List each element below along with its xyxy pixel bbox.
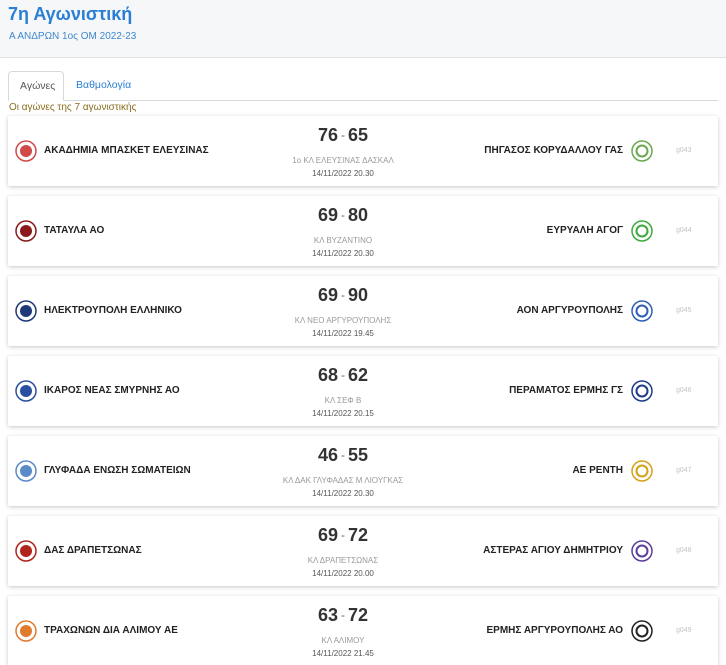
away-team-name[interactable]: ΑΕ ΡΕΝΤΗ <box>572 465 623 476</box>
away-team-name[interactable]: ΕΡΜΗΣ ΑΡΓΥΡΟΥΠΟΛΗΣ ΑΟ <box>487 625 623 636</box>
match-venue: ΚΛ ΝΕΟ ΑΡΓΥΡΟΥΠΟΛΗΣ <box>294 316 392 325</box>
home-score: 63 <box>317 605 338 625</box>
away-team-logo-icon <box>631 540 653 562</box>
away-team-logo-icon <box>631 380 653 402</box>
score-separator: - <box>341 128 345 142</box>
match-venue: ΚΛ ΒΥΖΑΝΤΙΝΟ <box>313 236 373 245</box>
match-card[interactable]: ΤΡΑΧΩΝΩΝ ΔΙΑ ΑΛΙΜΟΥ ΑΕ 63-72 ΚΛ ΑΛΙΜΟΥ 14/1… <box>8 596 718 665</box>
home-team-logo-icon <box>15 540 37 562</box>
home-team-name[interactable]: ΓΛΥΦΑΔΑ ΕΝΩΣΗ ΣΩΜΑΤΕΙΩΝ <box>44 465 191 476</box>
match-datetime: 14/11/2022 21.45 <box>312 649 374 658</box>
match-score[interactable]: 69-80 <box>263 205 423 226</box>
score-separator: - <box>341 288 345 302</box>
round-caption: Οι αγώνες της 7 αγωνιστικής <box>9 102 137 113</box>
away-team-name[interactable]: ΠΗΓΑΣΟΣ ΚΟΡΥΔΑΛΛΟΥ ΓΑΣ <box>484 145 623 156</box>
away-team-logo-icon <box>631 620 653 642</box>
away-score: 90 <box>348 285 369 305</box>
home-score: 68 <box>317 365 338 385</box>
match-code: g046 <box>676 387 692 394</box>
score-separator: - <box>341 208 345 222</box>
score-separator: - <box>341 368 345 382</box>
away-team-name[interactable]: ΕΥΡΥΑΛΗ ΑΓΟΓ <box>547 225 623 236</box>
match-score[interactable]: 63-72 <box>263 605 423 626</box>
home-team-name[interactable]: ΤΡΑΧΩΝΩΝ ΔΙΑ ΑΛΙΜΟΥ ΑΕ <box>44 625 178 636</box>
home-team-logo-icon <box>15 300 37 322</box>
home-team-logo-icon <box>15 380 37 402</box>
home-team-logo-icon <box>15 460 37 482</box>
away-score: 65 <box>348 125 369 145</box>
match-venue: ΚΛ ΔΡΑΠΕΤΣΩΝΑΣ <box>307 556 379 565</box>
match-score[interactable]: 69-72 <box>263 525 423 546</box>
away-score: 72 <box>348 605 369 625</box>
match-card[interactable]: ΑΚΑΔΗΜΙΑ ΜΠΑΣΚΕΤ ΕΛΕΥΣΙΝΑΣ 76-65 1ο ΚΛ ΕΛΕ… <box>8 116 718 186</box>
home-team-name[interactable]: ΤΑΤΑΥΛΑ ΑΟ <box>44 225 104 236</box>
home-team-logo-icon <box>15 620 37 642</box>
match-score[interactable]: 76-65 <box>263 125 423 146</box>
away-score: 80 <box>348 205 369 225</box>
page-header: 7η Αγωνιστική Α ΑΝΔΡΩΝ 1ος ΟΜ 2022-23 <box>0 0 726 58</box>
match-card[interactable]: ΙΚΑΡΟΣ ΝΕΑΣ ΣΜΥΡΝΗΣ ΑΟ 68-62 ΚΛ ΣΕΦ Β 14/11… <box>8 356 718 426</box>
away-team-logo-icon <box>631 140 653 162</box>
home-score: 69 <box>317 525 338 545</box>
home-score: 46 <box>317 445 338 465</box>
match-datetime: 14/11/2022 20.30 <box>312 489 374 498</box>
match-datetime: 14/11/2022 20.00 <box>312 569 374 578</box>
match-score[interactable]: 68-62 <box>263 365 423 386</box>
away-score: 62 <box>348 365 369 385</box>
match-datetime: 14/11/2022 20.30 <box>312 249 374 258</box>
match-datetime: 14/11/2022 19.45 <box>312 329 374 338</box>
match-datetime: 14/11/2022 20.30 <box>312 169 374 178</box>
away-team-name[interactable]: ΑΣΤΕΡΑΣ ΑΓΙΟΥ ΔΗΜΗΤΡΙΟΥ <box>483 545 623 556</box>
tab-games[interactable]: Αγώνες <box>8 71 64 101</box>
match-card[interactable]: ΓΛΥΦΑΔΑ ΕΝΩΣΗ ΣΩΜΑΤΕΙΩΝ 46-55 ΚΛ ΔΑΚ ΓΛΥΦΑ… <box>8 436 718 506</box>
match-code: g044 <box>676 227 692 234</box>
tab-standings[interactable]: Βαθμολογία <box>65 71 142 101</box>
match-venue: ΚΛ ΑΛΙΜΟΥ <box>321 636 365 645</box>
home-score: 69 <box>317 205 338 225</box>
score-separator: - <box>341 448 345 462</box>
match-code: g048 <box>676 547 692 554</box>
home-team-logo-icon <box>15 220 37 242</box>
away-team-name[interactable]: ΠΕΡΑΜΑΤΟΣ ΕΡΜΗΣ ΓΣ <box>509 385 623 396</box>
home-team-name[interactable]: ΑΚΑΔΗΜΙΑ ΜΠΑΣΚΕΤ ΕΛΕΥΣΙΝΑΣ <box>44 145 209 156</box>
tab-bar: Αγώνες Βαθμολογία <box>8 71 718 101</box>
match-score[interactable]: 46-55 <box>263 445 423 466</box>
match-code: g047 <box>676 467 692 474</box>
score-separator: - <box>341 608 345 622</box>
competition-link[interactable]: Α ΑΝΔΡΩΝ 1ος ΟΜ 2022-23 <box>9 31 136 42</box>
away-score: 72 <box>348 525 369 545</box>
match-code: g045 <box>676 307 692 314</box>
match-card[interactable]: ΤΑΤΑΥΛΑ ΑΟ 69-80 ΚΛ ΒΥΖΑΝΤΙΝΟ 14/11/2022 20… <box>8 196 718 266</box>
home-team-logo-icon <box>15 140 37 162</box>
score-separator: - <box>341 528 345 542</box>
home-team-name[interactable]: ΙΚΑΡΟΣ ΝΕΑΣ ΣΜΥΡΝΗΣ ΑΟ <box>44 385 180 396</box>
home-team-name[interactable]: ΔΑΣ ΔΡΑΠΕΤΣΩΝΑΣ <box>44 545 142 556</box>
match-venue: ΚΛ ΣΕΦ Β <box>324 396 362 405</box>
match-datetime: 14/11/2022 20.15 <box>312 409 374 418</box>
match-venue: 1ο ΚΛ ΕΛΕΥΣΙΝΑΣ ΔΑΣΚΑΛ <box>292 156 394 165</box>
away-team-logo-icon <box>631 220 653 242</box>
match-code: g043 <box>676 147 692 154</box>
away-team-name[interactable]: ΑΟΝ ΑΡΓΥΡΟΥΠΟΛΗΣ <box>517 305 623 316</box>
away-score: 55 <box>348 445 369 465</box>
match-venue: ΚΛ ΔΑΚ ΓΛΥΦΑΔΑΣ Μ ΛΙΟΥΓΚΑΣ <box>282 476 404 485</box>
match-code: g049 <box>676 627 692 634</box>
away-team-logo-icon <box>631 460 653 482</box>
away-team-logo-icon <box>631 300 653 322</box>
home-team-name[interactable]: ΗΛΕΚΤΡΟΥΠΟΛΗ ΕΛΛΗΝΙΚΟ <box>44 305 182 316</box>
match-card[interactable]: ΔΑΣ ΔΡΑΠΕΤΣΩΝΑΣ 69-72 ΚΛ ΔΡΑΠΕΤΣΩΝΑΣ 14/11/… <box>8 516 718 586</box>
home-score: 69 <box>317 285 338 305</box>
match-card[interactable]: ΗΛΕΚΤΡΟΥΠΟΛΗ ΕΛΛΗΝΙΚΟ 69-90 ΚΛ ΝΕΟ ΑΡΓΥΡΟΥ… <box>8 276 718 346</box>
match-score[interactable]: 69-90 <box>263 285 423 306</box>
home-score: 76 <box>317 125 338 145</box>
page-title: 7η Αγωνιστική <box>8 4 133 24</box>
